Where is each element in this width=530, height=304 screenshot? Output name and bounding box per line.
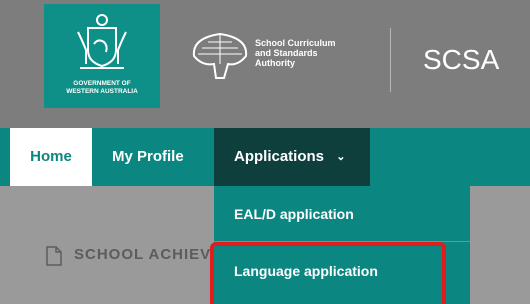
org-abbreviation: SCSA [423,44,500,75]
government-crest-logo[interactable]: GOVERNMENT OF WESTERN AUSTRALIA [44,4,160,108]
org-name-line3: Authority [255,58,295,68]
org-name-line1: School Curriculum [255,38,336,48]
page-section-title: SCHOOL ACHIEV [74,246,212,263]
document-icon [46,246,62,266]
chevron-down-icon: ⌄ [336,151,346,163]
main-navigation: Home My Profile Applications ⌄ [0,128,530,186]
applications-dropdown-menu: EAL/D application Language application [214,186,470,304]
nav-applications-tab[interactable]: Applications ⌄ [214,128,370,186]
nav-home-tab[interactable]: Home [10,128,92,186]
org-name: School Curriculum and Standards Authorit… [255,38,385,68]
menu-item-language-application[interactable]: Language application [214,243,470,299]
site-header: GOVERNMENT OF WESTERN AUSTRALIA School C… [0,0,530,128]
coat-of-arms-icon [77,14,127,69]
org-name-line2: and Standards [255,48,318,58]
crest-caption-line2: WESTERN AUSTRALIA [66,88,138,95]
menu-item-eald-application[interactable]: EAL/D application [214,186,470,242]
nav-my-profile-tab[interactable]: My Profile [112,128,184,186]
nav-applications-label: Applications [234,148,325,165]
header-divider [390,28,391,92]
crest-caption-line1: GOVERNMENT OF [73,80,131,87]
scsa-tree-logo-icon[interactable] [188,30,252,82]
